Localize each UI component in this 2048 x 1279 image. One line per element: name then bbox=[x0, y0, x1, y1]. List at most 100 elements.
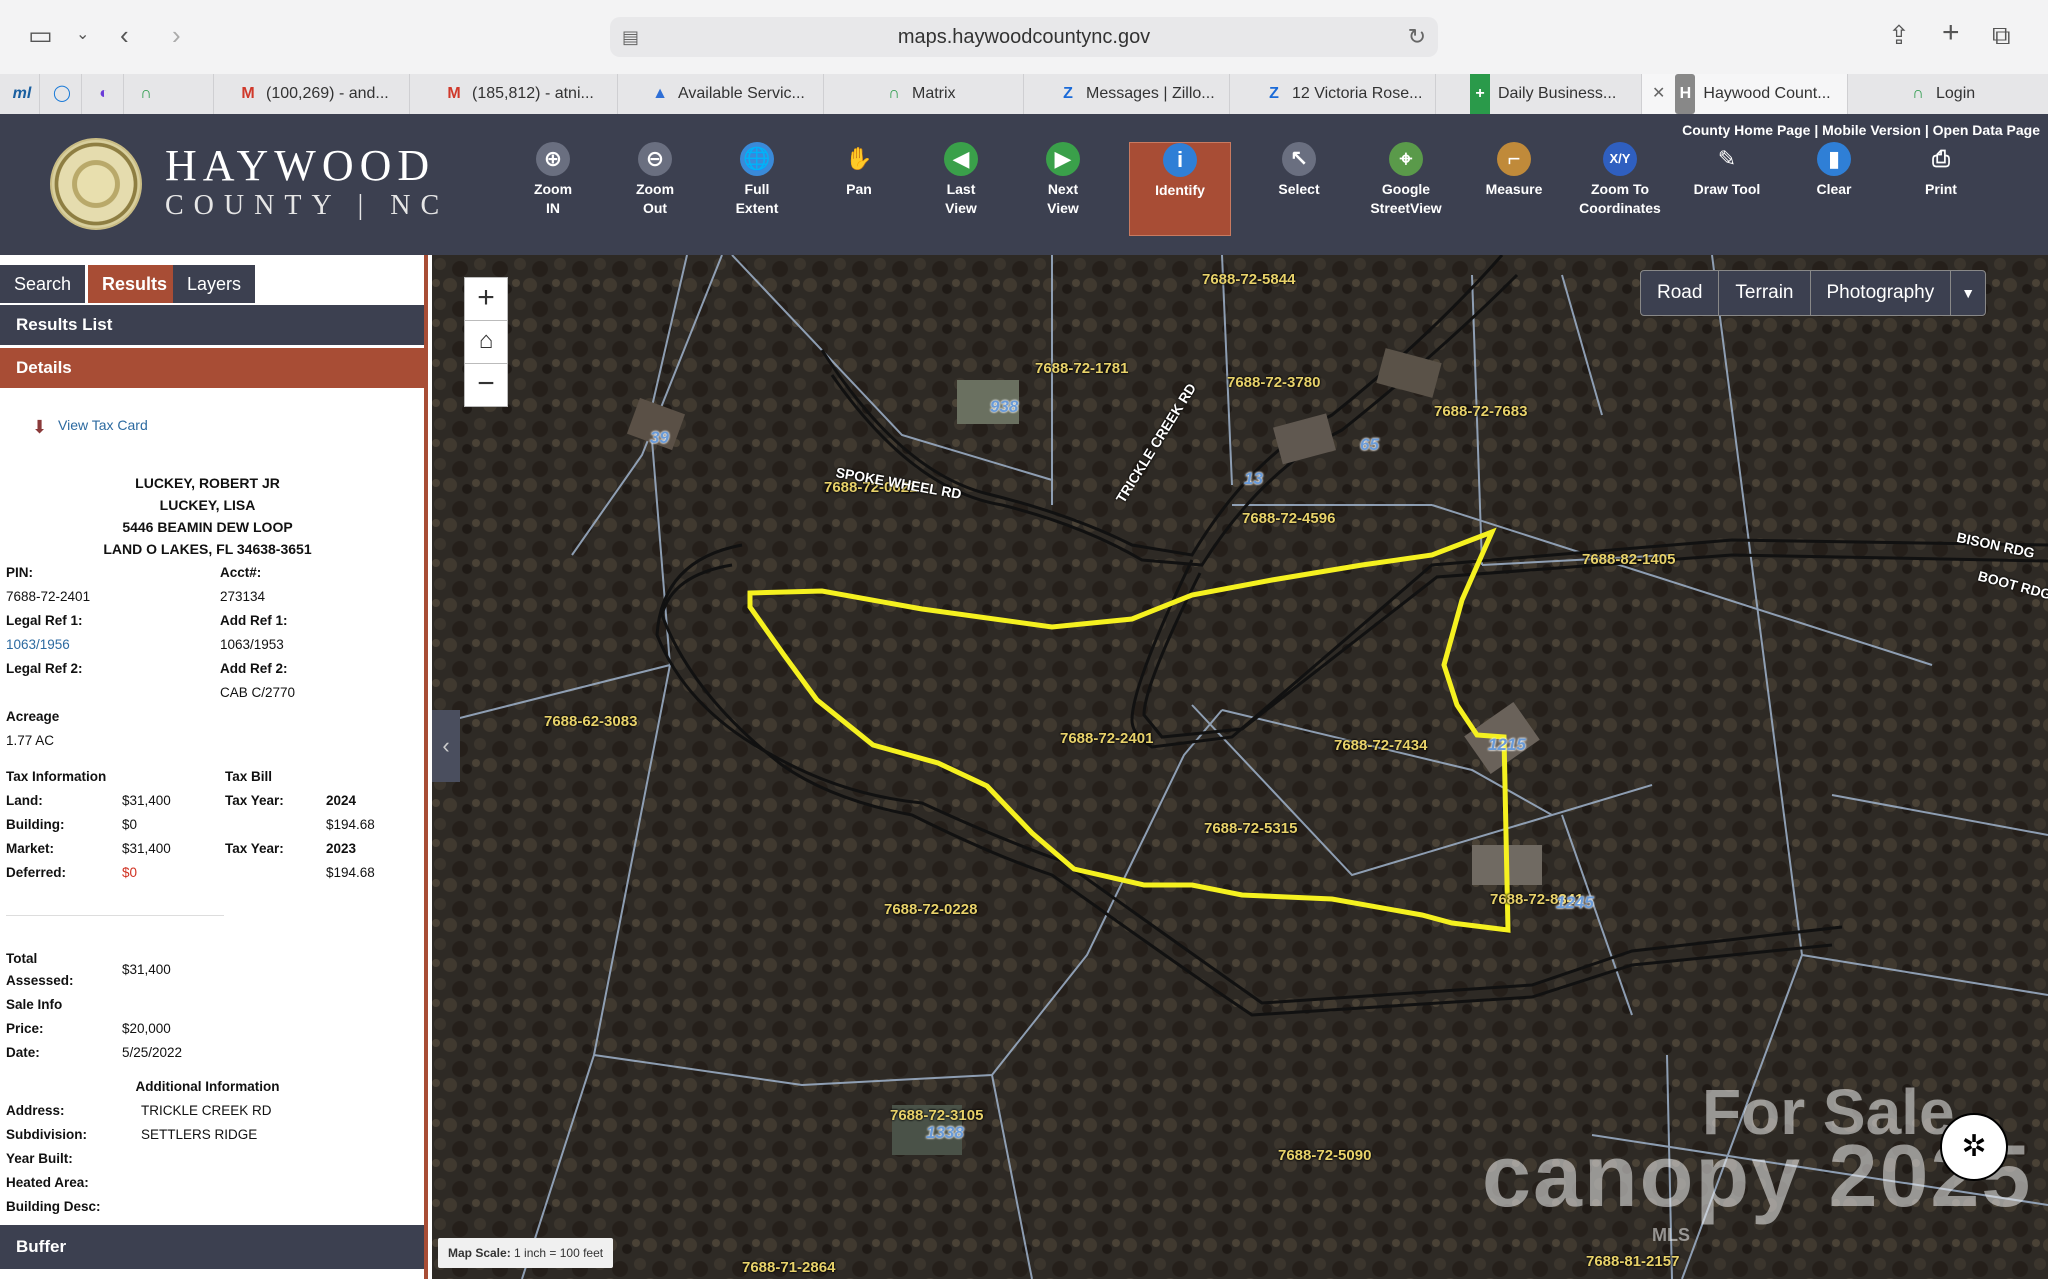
parcel-label: 7688-82-1405 bbox=[1582, 551, 1676, 568]
tool-clear[interactable]: ▮ Clear bbox=[1784, 142, 1884, 199]
watermark-line-3: MLS bbox=[1652, 1225, 1690, 1245]
site-settings-icon[interactable]: ▤ bbox=[622, 17, 639, 57]
browser-tab[interactable]: + Daily Business... bbox=[1436, 74, 1642, 114]
pinned-tab[interactable]: ml bbox=[0, 74, 40, 114]
tool-icon: X/Y bbox=[1603, 142, 1637, 176]
browser-tab[interactable]: ∩ Matrix bbox=[824, 74, 1024, 114]
tool-last-view[interactable]: ◀ Last View bbox=[911, 142, 1011, 218]
tab-results[interactable]: Results bbox=[88, 265, 182, 303]
logo-title: HAYWOOD bbox=[165, 141, 436, 190]
tab-search[interactable]: Search bbox=[0, 265, 86, 303]
tool-label-2: Out bbox=[642, 200, 668, 216]
tab-label: (100,269) - and... bbox=[266, 85, 389, 102]
share-icon[interactable]: ⇪ bbox=[1888, 20, 1910, 50]
subdivision-label: Subdivision: bbox=[6, 1127, 87, 1142]
basemap-terrain-button[interactable]: Terrain bbox=[1719, 271, 1811, 315]
browser-tab[interactable]: Z Messages | Zillo... bbox=[1024, 74, 1230, 114]
back-icon[interactable]: ‹ bbox=[120, 20, 129, 50]
browser-tab[interactable]: M (100,269) - and... bbox=[214, 74, 410, 114]
map-view[interactable]: 7688-72-5844 7688-72-1781 7688-72-3780 7… bbox=[432, 255, 2048, 1279]
tab-overview-icon[interactable]: ⧉ bbox=[1992, 20, 2011, 50]
tool-label: Clear bbox=[1816, 181, 1852, 197]
parcel-label: 7688-72-5315 bbox=[1204, 820, 1298, 837]
sidebar-toggle-icon[interactable]: ▭ bbox=[28, 20, 53, 50]
map-scale-label: Map Scale: bbox=[448, 1246, 511, 1260]
pinned-tab[interactable]: ◐ bbox=[82, 74, 124, 114]
parcel-label: 7688-72-0228 bbox=[884, 901, 978, 918]
zillow-icon: Z bbox=[1269, 85, 1279, 102]
tool-zoom-out[interactable]: ⊖ Zoom Out bbox=[605, 142, 705, 218]
map-scale: Map Scale: 1 inch = 100 feet bbox=[438, 1238, 614, 1268]
browser-tab[interactable]: ∩ Login bbox=[1848, 74, 2048, 114]
tool-zoom-to-coordinates[interactable]: X/Y Zoom To Coordinates bbox=[1570, 142, 1670, 218]
tool-print[interactable]: ⎙ Print bbox=[1891, 142, 1991, 199]
header-links[interactable]: County Home Page | Mobile Version | Open… bbox=[1682, 122, 2040, 138]
acreage-value: 1.77 AC bbox=[6, 733, 55, 748]
address-label: 65 bbox=[1360, 435, 1379, 454]
tool-draw-tool[interactable]: ✎ Draw Tool bbox=[1677, 142, 1777, 199]
owner-address-1: 5446 BEAMIN DEW LOOP bbox=[122, 519, 293, 535]
tool-google-streetview[interactable]: ⌖ Google StreetView bbox=[1356, 142, 1456, 218]
tax-year-2023: 2023 bbox=[326, 841, 357, 856]
forward-icon[interactable]: › bbox=[172, 20, 181, 50]
browser-toolbar: ▭ ⌄ ‹ › ▤ maps.haywoodcountync.gov ↻ ⇪ +… bbox=[0, 0, 2048, 74]
tool-select[interactable]: ↖ Select bbox=[1249, 142, 1349, 199]
tool-icon: i bbox=[1163, 143, 1197, 177]
tool-pan[interactable]: ✋ Pan bbox=[809, 142, 909, 199]
browser-tab[interactable]: M (185,812) - atni... bbox=[410, 74, 618, 114]
pinned-tab[interactable]: ◯ bbox=[40, 74, 82, 114]
tab-strip: ml ◯ ◐ ∩ M (100,269) - and... M (185,812) … bbox=[0, 74, 2048, 115]
tool-zoom-in[interactable]: ⊕ Zoom IN bbox=[503, 142, 603, 218]
tool-next-view[interactable]: ▶ Next View bbox=[1013, 142, 1113, 218]
app-header: HAYWOOD COUNTY | NC County Home Page | M… bbox=[0, 114, 2048, 255]
results-list-header[interactable]: Results List bbox=[0, 305, 424, 345]
basemap-photography-button[interactable]: Photography bbox=[1811, 271, 1952, 315]
subdivision-value: SETTLERS RIDGE bbox=[141, 1127, 258, 1142]
map-home-button[interactable]: ⌂ bbox=[464, 320, 508, 364]
url-text: maps.haywoodcountync.gov bbox=[897, 26, 1151, 48]
tool-icon: ◀ bbox=[944, 142, 978, 176]
close-tab-icon[interactable]: ✕ bbox=[1652, 85, 1665, 102]
tab-favicon: ▲ bbox=[652, 85, 668, 102]
tab-favicon: ∩ bbox=[140, 85, 152, 102]
gmail-icon: M bbox=[447, 85, 461, 102]
browser-tab[interactable]: Z 12 Victoria Rose... bbox=[1230, 74, 1436, 114]
price-label: Price: bbox=[6, 1021, 44, 1036]
tab-layers[interactable]: Layers bbox=[173, 265, 256, 303]
basemap-road-button[interactable]: Road bbox=[1641, 271, 1720, 315]
new-tab-icon[interactable]: + bbox=[1942, 18, 1960, 48]
chevron-down-icon[interactable]: ⌄ bbox=[76, 20, 89, 50]
details-header[interactable]: Details bbox=[0, 348, 424, 388]
logo-subtitle: COUNTY | NC bbox=[165, 190, 450, 221]
reload-icon[interactable]: ↻ bbox=[1408, 17, 1426, 57]
tool-identify[interactable]: i Identify bbox=[1129, 142, 1231, 236]
tool-icon: ⌖ bbox=[1389, 142, 1423, 176]
url-bar[interactable]: ▤ maps.haywoodcountync.gov ↻ bbox=[610, 17, 1438, 57]
buffer-header[interactable]: Buffer bbox=[0, 1225, 424, 1269]
map-zoom-in-button[interactable]: + bbox=[464, 277, 508, 321]
tab-label: Matrix bbox=[912, 85, 956, 102]
building-desc-label: Building Desc: bbox=[6, 1199, 101, 1214]
map-zoom-out-button[interactable]: − bbox=[464, 363, 508, 407]
heated-area-label: Heated Area: bbox=[6, 1175, 89, 1190]
tab-favicon: ◯ bbox=[53, 85, 71, 102]
tax-card-icon[interactable]: ⬇ bbox=[32, 417, 47, 438]
chevron-down-icon[interactable]: ▼ bbox=[1951, 271, 1985, 315]
browser-tab-active[interactable]: ✕ H Haywood Count... bbox=[1642, 74, 1848, 114]
tool-label: Pan bbox=[846, 181, 872, 197]
tool-icon: 🌐 bbox=[740, 142, 774, 176]
pinned-tab[interactable]: ∩ bbox=[124, 74, 214, 114]
collapse-panel-handle[interactable]: ‹ bbox=[432, 710, 460, 782]
tax-year-label-2: Tax Year: bbox=[225, 841, 284, 856]
browser-tab[interactable]: ▲ Available Servic... bbox=[618, 74, 824, 114]
tool-measure[interactable]: ⌐ Measure bbox=[1464, 142, 1564, 199]
year-built-label: Year Built: bbox=[6, 1151, 73, 1166]
address-value: TRICKLE CREEK RD bbox=[141, 1103, 272, 1118]
total-assessed-label-2: Assessed: bbox=[6, 973, 74, 988]
tool-icon: ⎙ bbox=[1932, 146, 1950, 171]
legal-ref1-link[interactable]: 1063/1956 bbox=[6, 637, 70, 652]
tool-full-extent[interactable]: 🌐 Full Extent bbox=[707, 142, 807, 218]
acreage-label: Acreage bbox=[6, 709, 60, 724]
view-tax-card-link[interactable]: View Tax Card bbox=[58, 417, 148, 433]
left-panel: Search Results Layers Results List Detai… bbox=[0, 255, 428, 1279]
